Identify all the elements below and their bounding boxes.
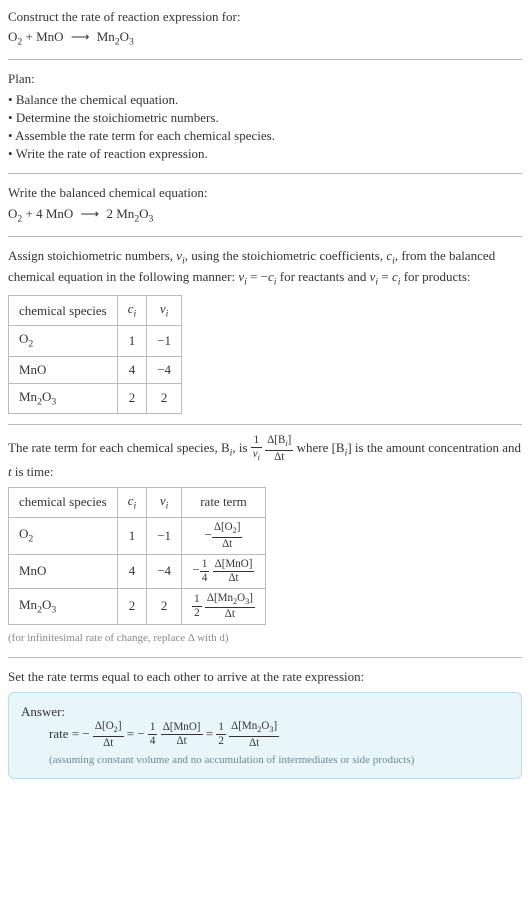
- table-row: MnO 4 −4 −14 Δ[MnO]Δt: [9, 554, 266, 588]
- answer-note: (assuming constant volume and no accumul…: [49, 753, 509, 768]
- divider: [8, 236, 522, 237]
- answer-box: Answer: rate = − Δ[O2]Δt = − 14 Δ[MnO]Δt…: [8, 692, 522, 779]
- stoich-table: chemical species ci νi O2 1 −1 MnO 4 −4 …: [8, 295, 182, 414]
- answer-label: Answer:: [21, 703, 509, 721]
- plan-title: Plan:: [8, 70, 522, 88]
- final-section: Set the rate terms equal to each other t…: [8, 668, 522, 779]
- rateterm-table: chemical species ci νi rate term O2 1 −1…: [8, 487, 266, 625]
- table-row: MnO 4 −4: [9, 356, 182, 383]
- cell-rate: −Δ[O2]Δt: [182, 518, 266, 555]
- cell-rate: −14 Δ[MnO]Δt: [182, 554, 266, 588]
- divider: [8, 657, 522, 658]
- balanced-title: Write the balanced chemical equation:: [8, 184, 522, 202]
- cell-species: MnO: [9, 554, 118, 588]
- col-c: ci: [117, 296, 147, 326]
- cell-species: O2: [9, 326, 118, 356]
- plan-item: Assemble the rate term for each chemical…: [8, 127, 522, 145]
- plan-section: Plan: Balance the chemical equation. Det…: [8, 70, 522, 163]
- fraction: 1νi: [251, 435, 262, 463]
- plan-item: Determine the stoichiometric numbers.: [8, 109, 522, 127]
- cell-nu: 2: [147, 588, 182, 625]
- cell-nu: −4: [147, 356, 182, 383]
- col-nu: νi: [147, 296, 182, 326]
- cell-c: 1: [117, 326, 147, 356]
- reaction-arrow-icon: ⟶: [77, 205, 104, 223]
- table-row: O2 1 −1: [9, 326, 182, 356]
- rateterm-section: The rate term for each chemical species,…: [8, 435, 522, 647]
- cell-c: 2: [117, 588, 147, 625]
- cell-c: 4: [117, 554, 147, 588]
- col-nu: νi: [147, 487, 182, 517]
- col-species: chemical species: [9, 487, 118, 517]
- rate-expression: rate = − Δ[O2]Δt = − 14 Δ[MnO]Δt = 12 Δ[…: [49, 721, 509, 749]
- unbalanced-equation: O2 + MnO ⟶ Mn2O3: [8, 28, 522, 49]
- table-row: Mn2O3 2 2 12 Δ[Mn2O3]Δt: [9, 588, 266, 625]
- cell-species: O2: [9, 518, 118, 555]
- cell-nu: −1: [147, 326, 182, 356]
- cell-c: 4: [117, 356, 147, 383]
- balanced-section: Write the balanced chemical equation: O2…: [8, 184, 522, 225]
- table-header-row: chemical species ci νi rate term: [9, 487, 266, 517]
- cell-nu: 2: [147, 383, 182, 413]
- plan-item: Balance the chemical equation.: [8, 91, 522, 109]
- fraction: Δ[Bi]Δt: [265, 435, 293, 463]
- prompt-text: Construct the rate of reaction expressio…: [8, 8, 522, 26]
- cell-species: Mn2O3: [9, 383, 118, 413]
- cell-species: Mn2O3: [9, 588, 118, 625]
- cell-species: MnO: [9, 356, 118, 383]
- table-row: Mn2O3 2 2: [9, 383, 182, 413]
- col-c: ci: [117, 487, 147, 517]
- rateterm-intro: The rate term for each chemical species,…: [8, 435, 522, 481]
- final-intro: Set the rate terms equal to each other t…: [8, 668, 522, 686]
- rate-footnote: (for infinitesimal rate of change, repla…: [8, 631, 522, 646]
- table-row: O2 1 −1 −Δ[O2]Δt: [9, 518, 266, 555]
- divider: [8, 173, 522, 174]
- reaction-arrow-icon: ⟶: [67, 28, 94, 46]
- cell-rate: 12 Δ[Mn2O3]Δt: [182, 588, 266, 625]
- plan-item: Write the rate of reaction expression.: [8, 145, 522, 163]
- table-header-row: chemical species ci νi: [9, 296, 182, 326]
- col-species: chemical species: [9, 296, 118, 326]
- stoich-section: Assign stoichiometric numbers, νi, using…: [8, 247, 522, 414]
- stoich-intro: Assign stoichiometric numbers, νi, using…: [8, 247, 522, 289]
- col-rate: rate term: [182, 487, 266, 517]
- cell-c: 2: [117, 383, 147, 413]
- cell-c: 1: [117, 518, 147, 555]
- cell-nu: −4: [147, 554, 182, 588]
- plan-list: Balance the chemical equation. Determine…: [8, 91, 522, 164]
- prompt-section: Construct the rate of reaction expressio…: [8, 8, 522, 49]
- divider: [8, 424, 522, 425]
- cell-nu: −1: [147, 518, 182, 555]
- balanced-equation: O2 + 4 MnO ⟶ 2 Mn2O3: [8, 205, 522, 226]
- divider: [8, 59, 522, 60]
